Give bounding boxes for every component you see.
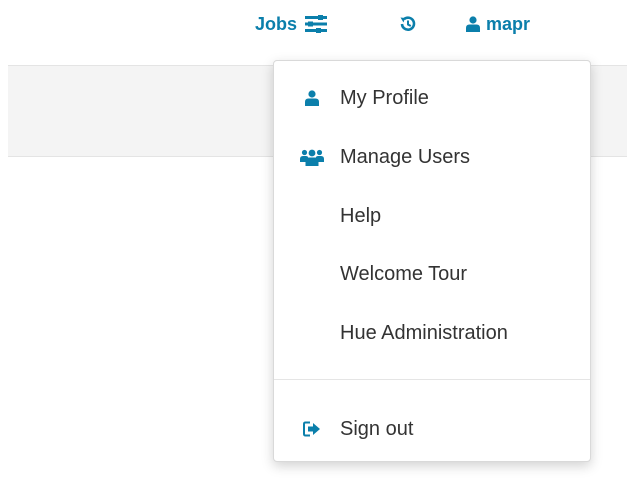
jobs-label: Jobs [255,13,298,34]
menu-item-label: Manage Users [340,145,471,168]
top-navigation-bar: Jobs mapr [0,0,627,50]
sign-out-label: Sign out [340,417,414,440]
users-icon [300,147,324,167]
menu-item-help[interactable]: Help [274,193,590,239]
jobs-button[interactable]: Jobs [255,10,328,38]
username-label: mapr [486,13,531,34]
menu-divider [274,379,590,380]
menu-item-label: Help [340,204,382,227]
menu-item-label: Welcome Tour [340,262,468,285]
menu-item-welcome-tour[interactable]: Welcome Tour [274,251,590,297]
jobs-list-icon [305,15,328,33]
user-icon [300,88,324,108]
history-button[interactable] [396,10,420,38]
user-icon [466,16,480,32]
menu-item-my-profile[interactable]: My Profile [274,75,590,121]
menu-item-sign-out[interactable]: Sign out [274,406,590,452]
menu-item-hue-administration[interactable]: Hue Administration [274,310,590,356]
menu-item-label: My Profile [340,86,429,109]
user-dropdown-menu: My Profile Manage Users Help Welcome Tou… [273,60,591,462]
history-icon [398,14,418,34]
user-menu-button[interactable]: mapr [466,10,530,38]
menu-item-manage-users[interactable]: Manage Users [274,134,590,180]
menu-item-label: Hue Administration [340,321,508,344]
sign-out-icon [300,419,324,439]
